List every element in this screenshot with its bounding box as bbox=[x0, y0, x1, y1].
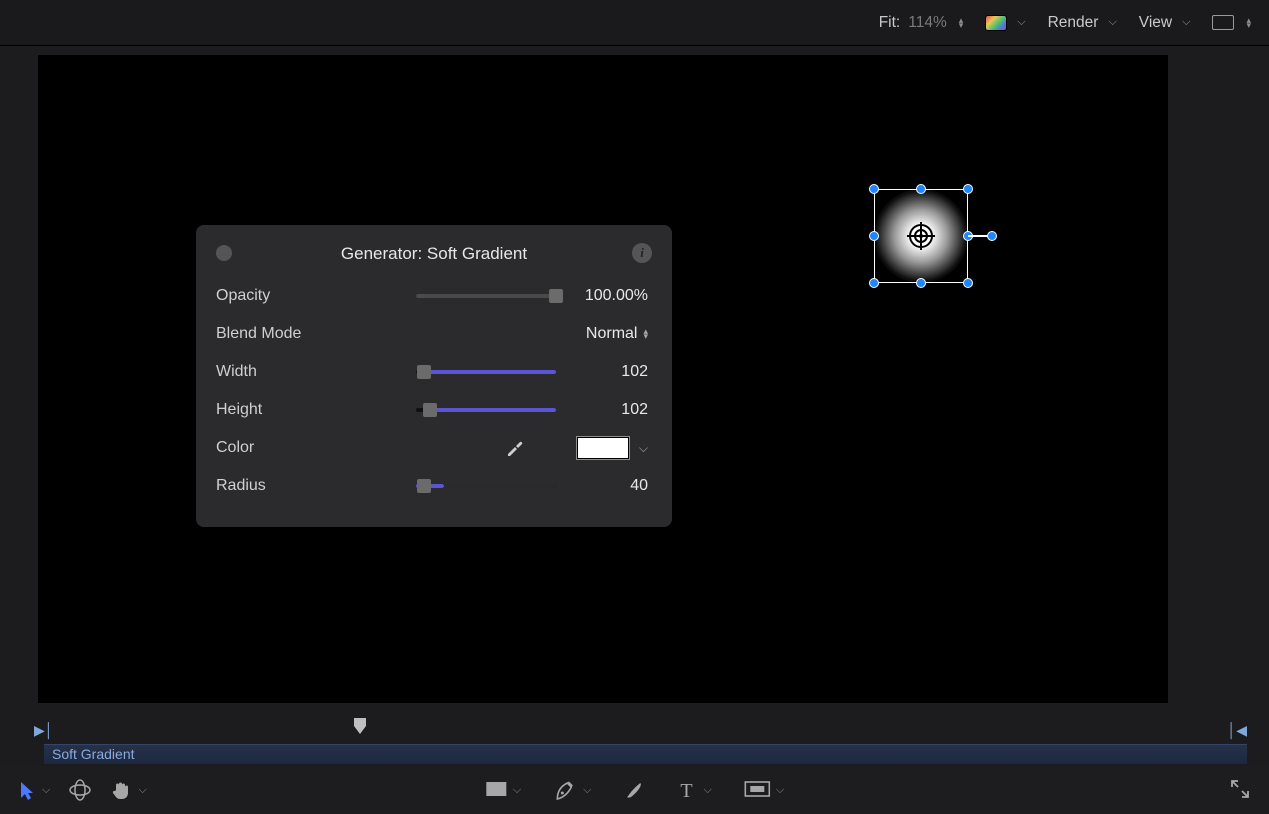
hud-header[interactable]: Generator: Soft Gradient i bbox=[216, 239, 652, 269]
stepper-icon: ▴▾ bbox=[959, 18, 964, 28]
opacity-label: Opacity bbox=[216, 287, 376, 305]
chevron-down-icon[interactable]: ⌵ bbox=[639, 441, 648, 456]
render-label: Render bbox=[1048, 14, 1099, 32]
chevron-down-icon[interactable]: ⌵ bbox=[704, 784, 712, 797]
playhead[interactable] bbox=[352, 718, 368, 736]
chevron-down-icon[interactable]: ⌵ bbox=[138, 784, 146, 797]
chevron-down-icon: ⌵ bbox=[1017, 16, 1025, 29]
canvas-area: Generator: Soft Gradient i Opacity 100.0… bbox=[0, 47, 1269, 716]
time-ruler[interactable]: ▶│ │◀ bbox=[34, 718, 1247, 738]
info-icon[interactable]: i bbox=[632, 243, 652, 263]
view-label: View bbox=[1139, 14, 1172, 32]
hud-panel[interactable]: Generator: Soft Gradient i Opacity 100.0… bbox=[196, 225, 672, 527]
height-slider[interactable] bbox=[416, 408, 556, 412]
canvas-toolbar: ⌵ ⌵ ⌵ ⌵ T ⌵ ⌵ bbox=[0, 766, 1269, 814]
chevron-down-icon[interactable]: ⌵ bbox=[776, 784, 784, 797]
blend-mode-row: Blend Mode Normal ▴▾ bbox=[216, 315, 652, 353]
opacity-value[interactable]: 100.00% bbox=[556, 287, 652, 305]
view-menu[interactable]: View ⌵ bbox=[1139, 14, 1191, 32]
text-tool[interactable]: T ⌵ bbox=[678, 780, 712, 800]
chevron-down-icon: ⌵ bbox=[1182, 16, 1190, 29]
height-value[interactable]: 102 bbox=[556, 401, 652, 419]
rotation-handle[interactable] bbox=[987, 231, 997, 241]
render-menu[interactable]: Render ⌵ bbox=[1048, 14, 1117, 32]
fullscreen-button[interactable] bbox=[1229, 778, 1251, 800]
rectangle-icon bbox=[1212, 15, 1234, 30]
pen-tool[interactable]: ⌵ bbox=[553, 779, 591, 801]
rectangle-tool[interactable]: ⌵ bbox=[485, 781, 521, 799]
timeline-clip[interactable]: Soft Gradient bbox=[44, 744, 1247, 764]
width-slider[interactable] bbox=[416, 370, 556, 374]
blend-mode-label: Blend Mode bbox=[216, 325, 376, 343]
gradient-swatch-icon bbox=[985, 15, 1007, 31]
opacity-row: Opacity 100.00% bbox=[216, 277, 652, 315]
color-channels-menu[interactable]: ⌵ bbox=[985, 15, 1025, 31]
color-well[interactable] bbox=[577, 437, 629, 459]
mini-timeline: ▶│ │◀ Soft Gradient bbox=[0, 716, 1269, 766]
resize-handle-tm[interactable] bbox=[916, 184, 926, 194]
chevron-down-icon[interactable]: ⌵ bbox=[583, 784, 591, 797]
hud-close-dot[interactable] bbox=[216, 245, 232, 261]
width-row: Width 102 bbox=[216, 353, 652, 391]
resize-handle-bm[interactable] bbox=[916, 278, 926, 288]
color-row: Color ⌵ bbox=[216, 429, 652, 467]
bounding-box bbox=[874, 189, 968, 283]
pan-tool[interactable]: ⌵ bbox=[110, 779, 146, 801]
3d-transform-tool[interactable] bbox=[68, 779, 92, 801]
svg-text:T: T bbox=[681, 780, 693, 800]
eyedropper-icon[interactable] bbox=[505, 437, 525, 460]
aspect-menu[interactable]: ▴▾ bbox=[1212, 15, 1251, 30]
blend-mode-select[interactable]: Normal ▴▾ bbox=[586, 325, 648, 343]
resize-handle-tl[interactable] bbox=[869, 184, 879, 194]
mask-tool[interactable]: ⌵ bbox=[744, 781, 784, 799]
clip-name: Soft Gradient bbox=[44, 745, 1247, 762]
color-label: Color bbox=[216, 439, 376, 457]
paint-stroke-tool[interactable] bbox=[624, 779, 646, 801]
blend-mode-value: Normal bbox=[586, 325, 638, 343]
zoom-control[interactable]: Fit: 114% ▴▾ bbox=[879, 14, 964, 32]
zoom-value: 114% bbox=[908, 14, 947, 32]
chevron-down-icon[interactable]: ⌵ bbox=[42, 784, 50, 797]
resize-handle-bl[interactable] bbox=[869, 278, 879, 288]
in-point-marker-icon[interactable]: ▶│ bbox=[34, 722, 54, 739]
radius-label: Radius bbox=[216, 477, 376, 495]
chevron-down-icon: ⌵ bbox=[1108, 16, 1116, 29]
height-label: Height bbox=[216, 401, 376, 419]
width-value[interactable]: 102 bbox=[556, 363, 652, 381]
stepper-icon: ▴▾ bbox=[643, 329, 648, 339]
radius-row: Radius 40 bbox=[216, 467, 652, 505]
viewer-top-bar: Fit: 114% ▴▾ ⌵ Render ⌵ View ⌵ ▴▾ bbox=[0, 0, 1269, 46]
opacity-slider[interactable] bbox=[416, 294, 556, 298]
radius-slider[interactable] bbox=[416, 484, 556, 488]
height-row: Height 102 bbox=[216, 391, 652, 429]
selected-object[interactable] bbox=[874, 189, 968, 283]
select-tool[interactable]: ⌵ bbox=[18, 780, 50, 800]
chevron-down-icon[interactable]: ⌵ bbox=[513, 784, 521, 797]
resize-handle-br[interactable] bbox=[963, 278, 973, 288]
width-label: Width bbox=[216, 363, 376, 381]
hud-title: Generator: Soft Gradient bbox=[341, 244, 527, 264]
out-point-marker-icon[interactable]: │◀ bbox=[1227, 722, 1247, 739]
stepper-icon: ▴▾ bbox=[1246, 18, 1251, 28]
resize-handle-ml[interactable] bbox=[869, 231, 879, 241]
resize-handle-tr[interactable] bbox=[963, 184, 973, 194]
radius-value[interactable]: 40 bbox=[556, 477, 652, 495]
fit-label: Fit: bbox=[879, 14, 901, 32]
